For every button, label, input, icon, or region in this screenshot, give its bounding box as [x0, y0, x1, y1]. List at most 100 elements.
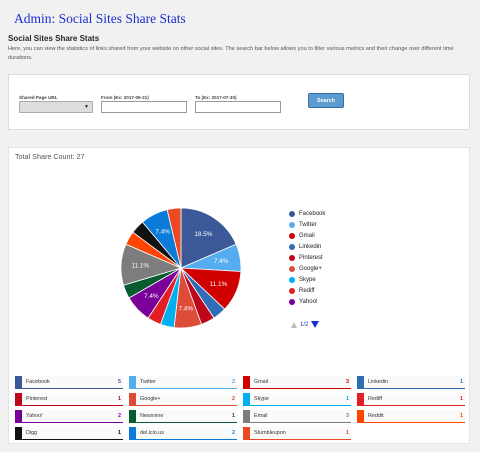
legend-next-icon[interactable]: [311, 321, 320, 328]
legend-label: Twitter: [299, 221, 317, 228]
stat-count: 1: [232, 413, 235, 419]
legend-prev-icon[interactable]: [291, 321, 297, 328]
stat-underline: [129, 388, 237, 389]
legend-swatch: [289, 243, 295, 250]
filter-panel: Shared Page URL ▼ From (Ex: 2017-06-21) …: [8, 74, 470, 130]
legend-label: Skype: [299, 277, 316, 284]
stat-underline: [15, 439, 123, 440]
stat-underline: [243, 439, 351, 440]
stat-name: Stumbleupon: [254, 430, 286, 436]
page-title: Admin: Social Sites Share Stats: [14, 11, 186, 26]
stat-count: 1: [346, 396, 349, 402]
pie-slice-label: 11.1%: [131, 263, 149, 270]
legend-swatch: [289, 288, 295, 295]
search-button[interactable]: Search: [308, 93, 344, 108]
stat-color-bar: [243, 393, 250, 405]
legend-item[interactable]: Gmail: [289, 230, 325, 241]
stat-name: Linkedin: [368, 379, 389, 385]
stat-name: Gmail: [254, 379, 269, 385]
legend-item[interactable]: Twitter: [289, 219, 325, 230]
legend-item[interactable]: Pinterest: [289, 252, 325, 263]
stat-name: Google+: [140, 396, 161, 402]
chart-legend: Facebook Twitter Gmail Linkedin Pinterest Goo…: [289, 208, 325, 308]
stat-count: 5: [118, 379, 121, 385]
page-url-select[interactable]: ▼: [19, 101, 93, 113]
stat-color-bar: [357, 376, 364, 388]
stat-card: Digg 1: [15, 427, 123, 440]
stat-color-bar: [129, 393, 136, 405]
stat-name: Yahoo!: [26, 413, 43, 419]
legend-swatch: [289, 254, 295, 261]
legend-item[interactable]: Yahoo!: [289, 297, 325, 308]
stat-color-bar: [243, 376, 250, 388]
from-label: From (Ex: 2017-06-21): [101, 95, 149, 100]
stat-card: Newsvine 1: [129, 410, 237, 423]
stat-count: 3: [346, 413, 349, 419]
stat-name: del.icio.us: [140, 430, 164, 436]
page-url-label: Shared Page URL: [19, 95, 58, 100]
legend-label: Google+: [299, 266, 322, 273]
stat-name: Pinterest: [26, 396, 48, 402]
stat-card: Rediff 1: [357, 393, 465, 406]
stat-underline: [15, 422, 123, 423]
legend-label: Facebook: [299, 210, 326, 217]
legend-label: Linkedin: [299, 243, 322, 250]
stat-underline: [243, 388, 351, 389]
legend-label: Gmail: [299, 232, 315, 239]
stat-underline: [129, 405, 237, 406]
section-description: Here, you can view the statistics of lin…: [8, 46, 454, 61]
legend-swatch: [289, 266, 295, 273]
chevron-down-icon: ▼: [84, 104, 89, 110]
stat-card: Skype 1: [243, 393, 351, 406]
stat-name: Skype: [254, 396, 269, 402]
stat-underline: [129, 439, 237, 440]
stat-card: Twitter 2: [129, 376, 237, 389]
legend-label: Pinterest: [299, 254, 323, 261]
chart-panel: Total Share Count: 27 18.5% 7.4% 11.1% 7.4%…: [8, 147, 470, 444]
stat-underline: [243, 422, 351, 423]
legend-item[interactable]: Skype: [289, 275, 325, 286]
stat-color-bar: [243, 410, 250, 422]
from-date-input[interactable]: [101, 101, 187, 113]
legend-item[interactable]: Google+: [289, 263, 325, 274]
stat-color-bar: [15, 376, 22, 388]
stat-name: Rediff: [368, 396, 382, 402]
stat-count: 1: [460, 379, 463, 385]
stat-card: Stumbleupon 1: [243, 427, 351, 440]
stat-count: 1: [118, 396, 121, 402]
legend-item[interactable]: Facebook: [289, 208, 325, 219]
to-date-input[interactable]: [195, 101, 281, 113]
stat-count: 1: [460, 396, 463, 402]
pie-slice-label: 7.4%: [214, 258, 229, 265]
legend-page-text: 1/2: [300, 321, 309, 328]
stat-name: Facebook: [26, 379, 50, 385]
stat-underline: [357, 405, 465, 406]
legend-swatch: [289, 210, 295, 217]
legend-item[interactable]: Rediff: [289, 286, 325, 297]
legend-label: Yahoo!: [299, 299, 318, 306]
pie-slice-label: 11.1%: [210, 281, 228, 288]
stat-card: Email 3: [243, 410, 351, 423]
stat-color-bar: [357, 393, 364, 405]
stat-count: 3: [346, 379, 349, 385]
stat-card: Pinterest 1: [15, 393, 123, 406]
pie-slice-label: 7.4%: [178, 306, 193, 313]
stat-underline: [15, 405, 123, 406]
stat-count: 1: [460, 413, 463, 419]
legend-label: Rediff: [299, 288, 315, 295]
stat-count: 2: [232, 430, 235, 436]
pie-slice-label: 7.4%: [155, 229, 170, 236]
stat-color-bar: [129, 376, 136, 388]
stat-card: Google+ 2: [129, 393, 237, 406]
stat-color-bar: [129, 427, 136, 439]
legend-item[interactable]: Linkedin: [289, 241, 325, 252]
stat-underline: [129, 422, 237, 423]
stat-card: Reddit 1: [357, 410, 465, 423]
pie-slice-label: 7.4%: [144, 293, 159, 300]
stat-card: del.icio.us 2: [129, 427, 237, 440]
stat-name: Email: [254, 413, 268, 419]
stat-card: Facebook 5: [15, 376, 123, 389]
stat-color-bar: [15, 393, 22, 405]
stat-color-bar: [15, 410, 22, 422]
legend-swatch: [289, 277, 295, 284]
